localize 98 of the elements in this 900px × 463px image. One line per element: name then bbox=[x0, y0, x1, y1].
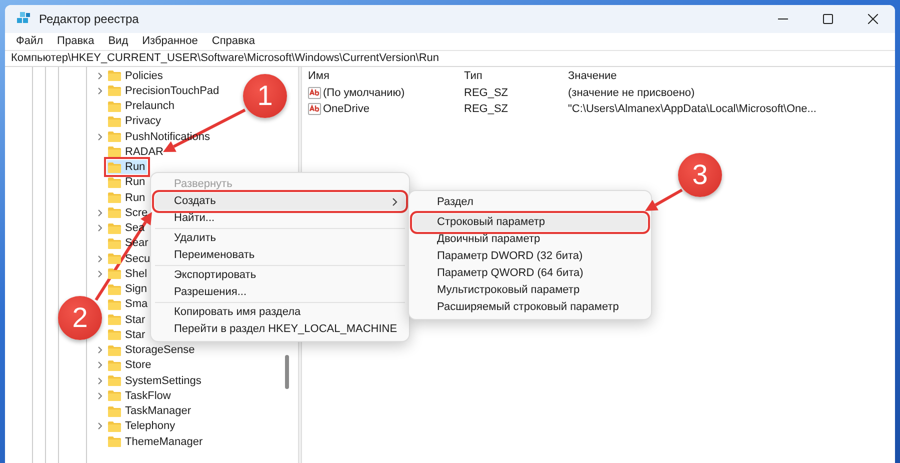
folder-icon bbox=[108, 329, 121, 340]
tree-item[interactable]: Sign bbox=[107, 282, 150, 296]
tree-item[interactable]: SystemSettings bbox=[107, 374, 204, 388]
folder-icon bbox=[108, 146, 121, 158]
folder-icon bbox=[108, 298, 121, 310]
column-header[interactable]: Значение bbox=[568, 68, 617, 84]
menu-item[interactable]: Разрешения... bbox=[155, 284, 405, 301]
expand-chevron-icon[interactable] bbox=[95, 345, 105, 356]
menu-item[interactable]: Удалить bbox=[155, 230, 405, 247]
menu-item[interactable]: Копировать имя раздела bbox=[155, 304, 405, 321]
tree-item[interactable]: StorageSense bbox=[107, 343, 197, 358]
folder-icon bbox=[108, 222, 121, 234]
menu-item[interactable]: Избранное bbox=[135, 33, 205, 50]
menu-item[interactable]: Двоичный параметр bbox=[413, 231, 647, 248]
folder-icon bbox=[108, 176, 121, 188]
folder-icon bbox=[108, 100, 121, 112]
folder-icon bbox=[108, 131, 121, 142]
value-data: (значение не присвоено) bbox=[568, 86, 695, 101]
folder-icon bbox=[108, 344, 121, 356]
folder-icon bbox=[108, 375, 121, 386]
folder-icon bbox=[108, 268, 121, 280]
tree-item[interactable]: Sma bbox=[107, 297, 150, 312]
tree-item[interactable]: Run bbox=[107, 190, 148, 205]
folder-icon bbox=[108, 314, 121, 326]
menu-item[interactable]: Справка bbox=[204, 33, 262, 50]
tree-item[interactable]: PrecisionTouchPad bbox=[107, 84, 222, 98]
folder-icon bbox=[108, 436, 121, 448]
tree-item[interactable]: Star bbox=[107, 328, 148, 342]
folder-icon bbox=[108, 192, 121, 204]
tree-item[interactable]: TaskManager bbox=[107, 404, 194, 418]
folder-icon bbox=[108, 238, 121, 249]
expand-chevron-icon[interactable] bbox=[95, 360, 105, 370]
tree-item[interactable]: Secu bbox=[107, 252, 152, 266]
tree-item[interactable]: ThemeManager bbox=[107, 434, 205, 449]
folder-icon bbox=[108, 207, 121, 218]
tree-item[interactable]: Scre bbox=[107, 206, 150, 220]
close-icon bbox=[868, 14, 878, 24]
menu-item[interactable]: Создать bbox=[155, 193, 405, 210]
menu-item[interactable]: Мультистроковый параметр bbox=[413, 282, 647, 299]
value-type: REG_SZ bbox=[464, 86, 510, 101]
callout-arrow bbox=[645, 188, 683, 211]
folder-icon bbox=[108, 70, 121, 82]
tree-item[interactable]: Prelaunch bbox=[107, 99, 177, 114]
expand-chevron-icon[interactable] bbox=[95, 70, 105, 81]
tree-item[interactable]: Run bbox=[107, 175, 148, 190]
tree-item[interactable]: Run bbox=[107, 160, 148, 174]
menu-item[interactable]: Найти... bbox=[155, 210, 405, 227]
expand-chevron-icon[interactable] bbox=[95, 254, 105, 264]
menu-item[interactable]: Перейти в раздел HKEY_LOCAL_MACHINE bbox=[155, 321, 405, 338]
column-header[interactable]: Тип bbox=[464, 68, 568, 84]
folder-icon bbox=[108, 390, 121, 402]
registry-icon bbox=[17, 12, 31, 26]
expand-chevron-icon[interactable] bbox=[95, 223, 105, 234]
folder-icon bbox=[108, 162, 121, 173]
menu-item[interactable]: Правка bbox=[50, 33, 102, 50]
expand-chevron-icon[interactable] bbox=[95, 132, 105, 142]
menu-item[interactable]: Раздел bbox=[413, 194, 647, 211]
menu-item[interactable]: Параметр DWORD (32 бита) bbox=[413, 248, 647, 265]
menu-item[interactable]: Расширяемый строковый параметр bbox=[413, 299, 647, 316]
tree-item[interactable]: RADAR bbox=[107, 144, 166, 159]
menu-item[interactable]: Строковый параметр bbox=[413, 214, 647, 231]
folder-icon bbox=[108, 116, 121, 127]
folder-icon bbox=[108, 85, 121, 96]
menu-item[interactable]: Файл bbox=[9, 33, 50, 50]
folder-icon bbox=[108, 284, 121, 295]
tree-item[interactable]: Shel bbox=[107, 266, 150, 281]
value-type: REG_SZ bbox=[464, 102, 510, 117]
tree-item[interactable]: Policies bbox=[107, 68, 165, 83]
scrollbar-thumb[interactable] bbox=[285, 355, 289, 389]
expand-chevron-icon[interactable] bbox=[95, 268, 105, 279]
menu-item[interactable]: Переименовать bbox=[155, 247, 405, 264]
folder-icon bbox=[108, 406, 121, 417]
maximize-icon bbox=[822, 14, 832, 24]
menu-item[interactable]: Вид bbox=[101, 33, 136, 50]
expand-chevron-icon[interactable] bbox=[95, 421, 105, 432]
menu-item[interactable]: Параметр QWORD (64 бита) bbox=[413, 265, 647, 282]
expand-chevron-icon[interactable] bbox=[95, 86, 105, 96]
folder-icon bbox=[108, 360, 121, 371]
string-value-icon bbox=[308, 87, 321, 99]
string-value-icon bbox=[308, 103, 321, 115]
expand-chevron-icon[interactable] bbox=[95, 208, 105, 218]
tree-item[interactable]: Telephony bbox=[107, 419, 178, 434]
folder-icon bbox=[108, 253, 121, 264]
tree-item[interactable]: Store bbox=[107, 358, 154, 372]
value-data: "C:\Users\Almanex\AppData\Local\Microsoft\One... bbox=[568, 102, 816, 117]
folder-icon bbox=[108, 420, 121, 432]
value-name[interactable]: (По умолчанию) bbox=[323, 84, 405, 102]
tree-item[interactable]: Privacy bbox=[107, 114, 164, 128]
window-title: Редактор реестра bbox=[39, 11, 139, 28]
column-header[interactable]: Имя bbox=[308, 68, 464, 84]
address-bar[interactable]: Компьютер\HKEY_CURRENT_USER\Software\Microsoft\Windows\CurrentVersion\Run bbox=[5, 50, 895, 67]
value-name[interactable]: OneDrive bbox=[323, 100, 370, 118]
expand-chevron-icon[interactable] bbox=[95, 390, 105, 401]
tree-item[interactable]: TaskFlow bbox=[107, 388, 173, 403]
expand-chevron-icon[interactable] bbox=[95, 376, 105, 386]
menu-item[interactable]: Экспортировать bbox=[155, 267, 405, 284]
submenu-chevron-icon bbox=[391, 196, 399, 206]
tree-item[interactable]: Star bbox=[107, 312, 148, 327]
